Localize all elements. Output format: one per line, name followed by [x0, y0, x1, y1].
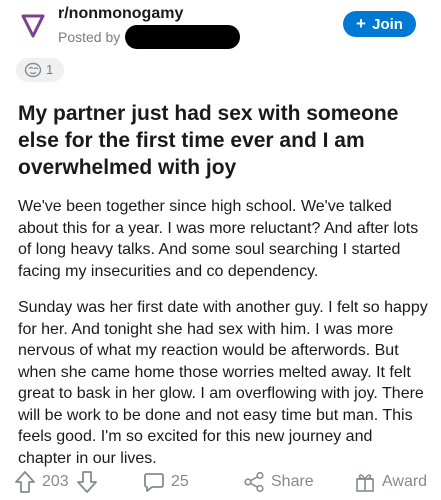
post-body-paragraph: Sunday was her first date with another g…	[18, 299, 428, 467]
join-button[interactable]: + Join	[343, 11, 416, 37]
gift-icon	[356, 474, 374, 492]
share-icon	[244, 471, 264, 493]
join-button-label: Join	[372, 16, 403, 33]
downvote-button[interactable]	[76, 466, 98, 498]
subreddit-triangle-icon[interactable]	[20, 13, 46, 39]
vote-count: 203	[42, 473, 69, 490]
subreddit-name[interactable]: r/nonmonogamy	[58, 5, 183, 23]
downvote-icon[interactable]	[76, 470, 98, 494]
award-button[interactable]: Award	[354, 466, 427, 498]
post-title: My partner just had sex with someone els…	[18, 102, 399, 179]
share-button[interactable]: Share	[243, 466, 314, 498]
award-chip[interactable]: 1	[16, 58, 64, 82]
comment-icon	[144, 473, 164, 492]
comment-count: 25	[171, 473, 189, 490]
post-header: r/nonmonogamy Posted by + Join	[0, 0, 441, 56]
comments-button[interactable]: 25	[143, 466, 189, 498]
share-label: Share	[271, 473, 314, 490]
award-face-icon	[24, 62, 42, 78]
post-body-paragraph: We've been together since high school. W…	[18, 198, 419, 280]
redacted-username	[125, 25, 240, 49]
post-action-bar: 203 25 Share Award	[0, 466, 441, 498]
upvote-icon[interactable]	[14, 470, 36, 494]
award-count: 1	[46, 62, 54, 77]
posted-by-label: Posted by	[58, 29, 121, 45]
plus-icon: +	[356, 14, 366, 33]
upvote-button[interactable]: 203	[14, 466, 69, 498]
award-label: Award	[382, 473, 428, 490]
